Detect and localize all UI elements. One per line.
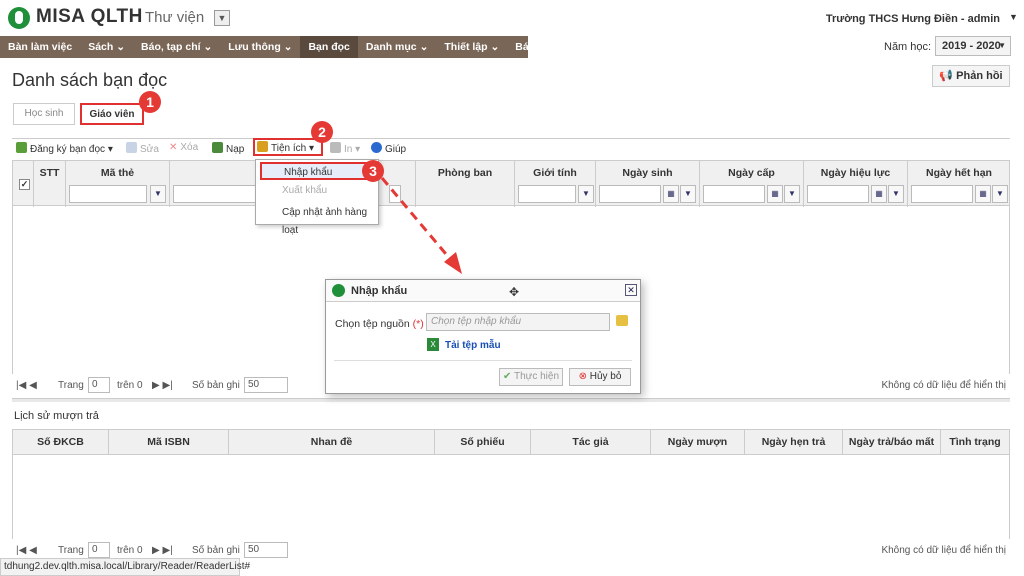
close-icon[interactable]: ✕ bbox=[625, 284, 637, 296]
required-mark: (*) bbox=[412, 318, 424, 330]
execute-label: Thực hiện bbox=[513, 371, 560, 382]
folder-icon[interactable] bbox=[616, 315, 628, 326]
divider bbox=[334, 360, 632, 361]
import-dialog: Nhập khẩu ✥ ✕ Chọn tệp nguồn (*) Chọn tệ… bbox=[325, 279, 641, 394]
source-file-input[interactable]: Chọn tệp nhập khẩu bbox=[426, 313, 610, 331]
dialog-title: Nhập khẩu bbox=[351, 285, 408, 297]
source-label-text: Chọn tệp nguồn bbox=[335, 318, 410, 330]
execute-button[interactable]: ✔ Thực hiện bbox=[499, 368, 563, 386]
misa-logo-icon bbox=[332, 284, 345, 297]
download-template-link[interactable]: Tải tệp mẫu bbox=[445, 340, 501, 351]
cancel-button[interactable]: ⊗ Hủy bỏ bbox=[569, 368, 631, 386]
excel-icon: X bbox=[427, 338, 439, 351]
cancel-icon: ⊗ bbox=[578, 371, 587, 382]
move-cursor-icon: ✥ bbox=[509, 285, 520, 299]
check-icon: ✔ bbox=[502, 371, 512, 382]
browser-status-url: tdhung2.dev.qlth.misa.local/Library/Read… bbox=[0, 558, 250, 576]
dialog-header[interactable]: Nhập khẩu ✥ ✕ bbox=[326, 280, 640, 302]
source-file-label: Chọn tệp nguồn (*) bbox=[335, 318, 424, 330]
cancel-label: Hủy bỏ bbox=[589, 371, 622, 382]
